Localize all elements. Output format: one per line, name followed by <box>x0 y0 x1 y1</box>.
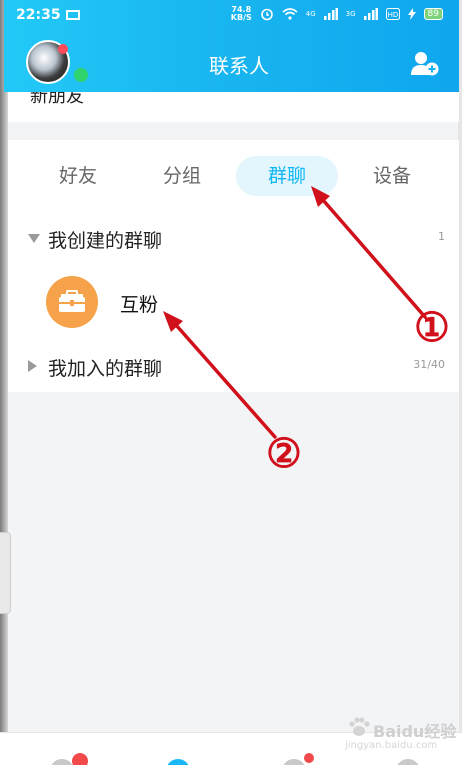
watermark: Baidu经验 jingyan.baidu.com <box>345 712 457 752</box>
annotation-arrows <box>163 186 427 439</box>
watermark-title: Baidu经验 <box>373 722 457 741</box>
paw-icon <box>349 717 370 736</box>
annotation-marker-1: ① <box>414 304 450 351</box>
watermark-subtitle: jingyan.baidu.com <box>345 740 438 751</box>
screen: 22:35 74.8 KB/S 4G 3G HD 89 联系人 新朋友 好友 分… <box>0 0 462 765</box>
annotation-marker-2: ② <box>266 430 302 477</box>
